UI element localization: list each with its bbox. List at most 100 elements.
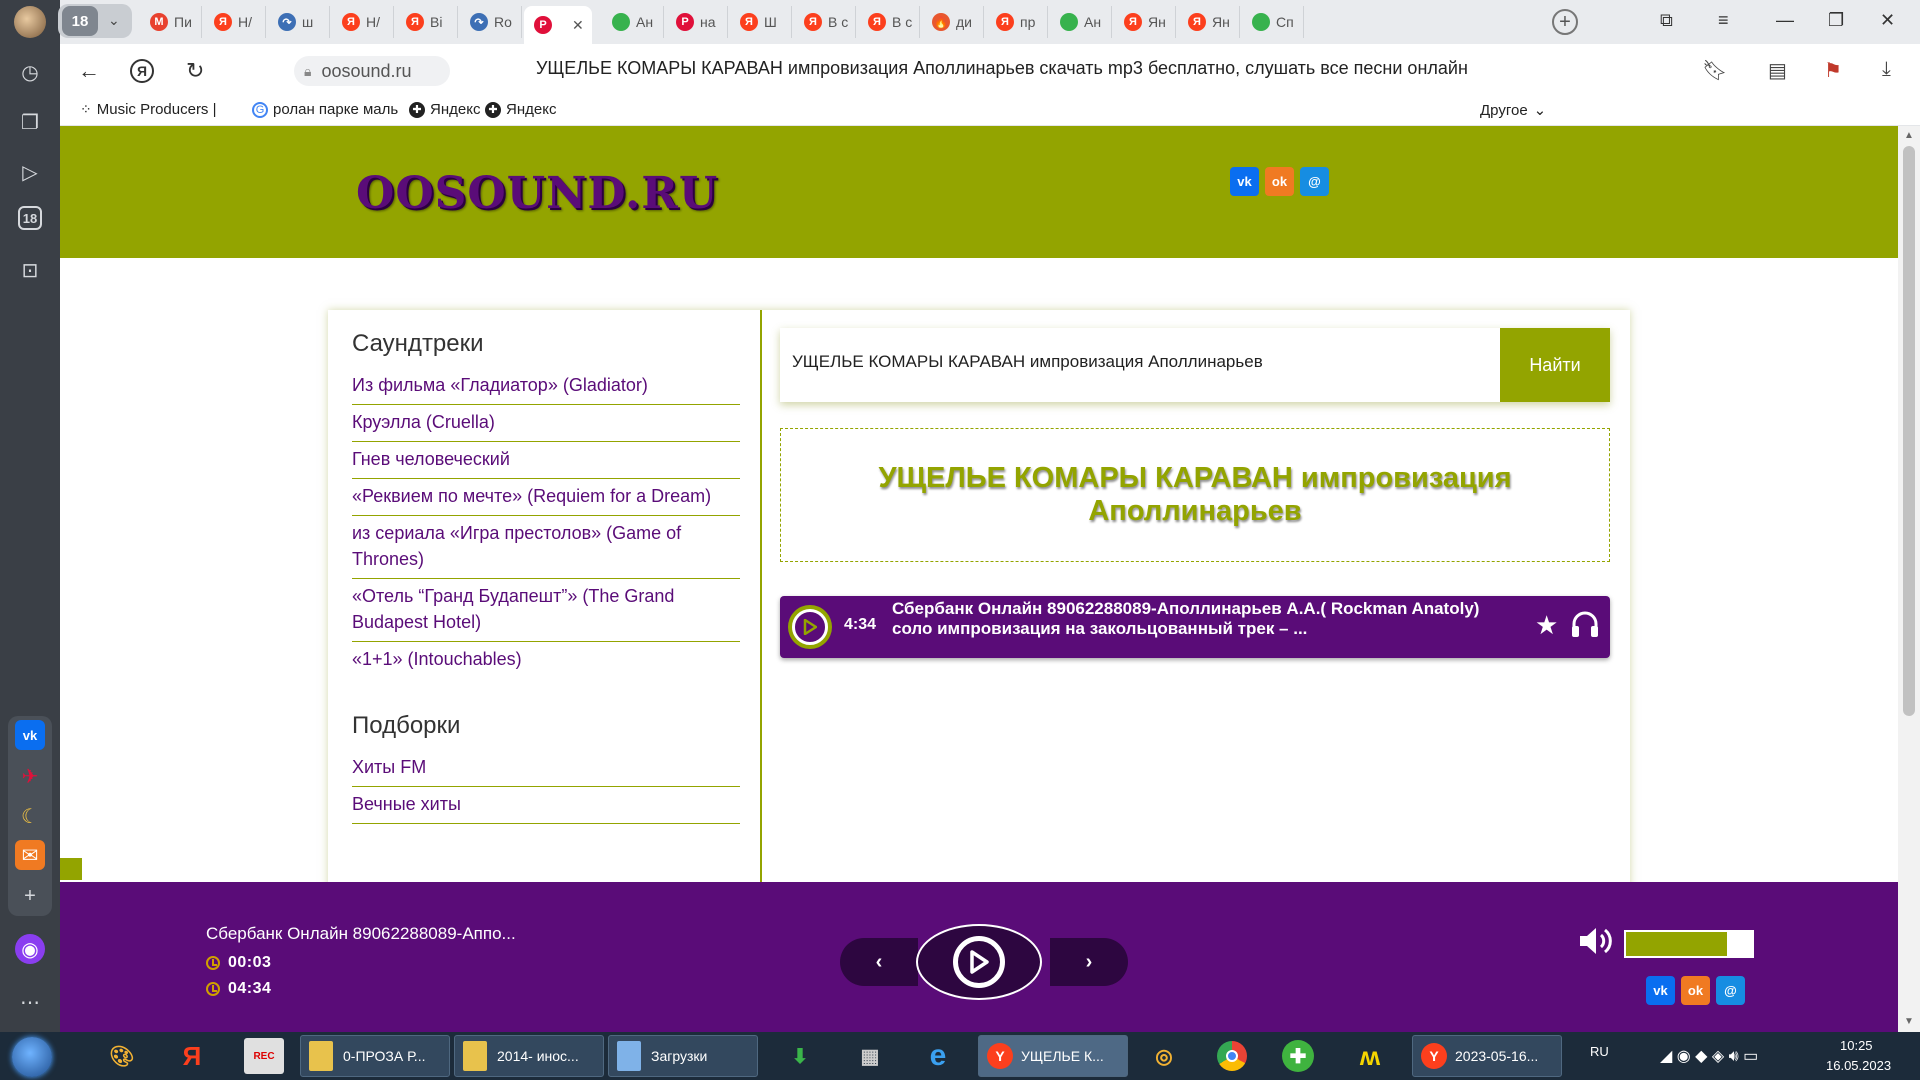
language-indicator[interactable]: RU xyxy=(1590,1044,1609,1059)
ok-share-icon[interactable]: ok xyxy=(1265,167,1294,196)
tab[interactable]: 🔥 ди xyxy=(922,6,984,38)
scroll-up-icon[interactable]: ▲ xyxy=(1904,130,1914,141)
ok-share-icon[interactable]: ok xyxy=(1681,976,1710,1005)
tab[interactable]: Я Ян xyxy=(1114,6,1176,38)
profile-avatar[interactable] xyxy=(14,6,46,38)
sidebar-link[interactable]: из сериала «Игра престолов» (Game of Thr… xyxy=(352,516,740,579)
tab[interactable]: ↷ ш xyxy=(268,6,330,38)
bookmark-item[interactable]: ✚ Яндекс xyxy=(485,101,556,118)
tab[interactable]: ЯВ с xyxy=(794,6,856,38)
track-row[interactable]: 4:34 Сбербанк Онлайн 89062288089-Аполлин… xyxy=(780,596,1610,658)
bookmark-item[interactable]: ⁘ Music Producers | xyxy=(80,101,217,118)
calculator-icon[interactable]: ▦ xyxy=(850,1038,890,1074)
track-title[interactable]: Сбербанк Онлайн 89062288089-Аполлинарьев… xyxy=(892,599,1502,655)
sidebar-link[interactable]: «Реквием по мечте» (Requiem for a Dream) xyxy=(352,479,740,516)
tab[interactable]: Я Н/ xyxy=(204,6,266,38)
mailru-share-icon[interactable]: @ xyxy=(1716,976,1745,1005)
recorder-icon[interactable]: REC xyxy=(244,1038,284,1074)
tab[interactable]: ЯВ с xyxy=(858,6,920,38)
other-bookmarks[interactable]: Другое ⌄ xyxy=(1480,101,1546,120)
media-icon[interactable]: ▷ xyxy=(14,156,46,188)
chrome-icon[interactable] xyxy=(1212,1038,1252,1074)
plus-app-icon[interactable]: ✚ xyxy=(1282,1040,1314,1072)
next-button[interactable]: › xyxy=(1050,938,1128,986)
add-app-icon[interactable]: + xyxy=(14,880,46,912)
history-icon[interactable]: ◷ xyxy=(14,56,46,88)
yandex-icon[interactable]: Я xyxy=(172,1038,212,1074)
bookmark-icon[interactable]: 🔖︎ xyxy=(1702,58,1727,83)
reload-icon[interactable]: ↻ xyxy=(186,58,204,84)
screenshot-icon[interactable]: ⊡ xyxy=(14,254,46,286)
page-scrollbar[interactable]: ▲ ▼ xyxy=(1898,126,1920,1032)
volume-icon[interactable] xyxy=(1578,924,1616,963)
back-icon[interactable]: ← xyxy=(78,58,100,84)
media-player-icon[interactable]: ◎ xyxy=(1144,1038,1184,1074)
vk-share-icon[interactable]: vk xyxy=(1230,167,1259,196)
tab[interactable]: M Пи xyxy=(140,6,202,38)
player-play-button[interactable] xyxy=(916,924,1042,1000)
minimize-icon[interactable]: — xyxy=(1776,10,1794,31)
previous-button[interactable]: ‹ xyxy=(840,938,918,986)
menu-icon[interactable]: ≡ xyxy=(1718,10,1729,31)
tab[interactable]: Я Ян xyxy=(1178,6,1240,38)
new-tab-button[interactable]: + xyxy=(1552,9,1578,35)
star-icon[interactable]: ★ xyxy=(1535,610,1558,641)
vk-share-icon[interactable]: vk xyxy=(1646,976,1675,1005)
tab[interactable]: Сп xyxy=(1242,6,1304,38)
tabs-count-icon[interactable]: 18 xyxy=(18,206,42,230)
sidebar-link[interactable]: Из фильма «Гладиатор» (Gladiator) xyxy=(352,368,740,405)
tab[interactable]: ↷ Ro xyxy=(460,6,522,38)
track-play-button[interactable] xyxy=(788,605,832,649)
tab[interactable]: Pна xyxy=(666,6,728,38)
taskbar-window[interactable]: Y 2023-05-16... xyxy=(1412,1035,1562,1077)
tab[interactable]: Ан xyxy=(1050,6,1112,38)
vk-app-icon[interactable]: vk xyxy=(15,720,45,750)
start-button[interactable] xyxy=(12,1037,52,1077)
tab[interactable]: ЯШ xyxy=(730,6,792,38)
site-logo[interactable]: OOSOUND.RU xyxy=(356,168,718,219)
mail-app-icon[interactable]: ✉ xyxy=(15,840,45,870)
sidebar-link[interactable]: Гнев человеческий xyxy=(352,442,740,479)
tabs-overview-icon[interactable]: ⧉ xyxy=(1660,10,1673,31)
volume-slider[interactable] xyxy=(1624,930,1754,958)
restore-icon[interactable]: ❐ xyxy=(1828,10,1844,31)
tab[interactable]: Я Ві xyxy=(396,6,458,38)
sidebar-link[interactable]: «Отель “Гранд Будапешт”» (The Grand Buda… xyxy=(352,579,740,642)
tab[interactable]: Я Н/ xyxy=(332,6,394,38)
chevron-down-icon[interactable]: ⌄ xyxy=(108,12,120,29)
headphones-icon[interactable] xyxy=(1570,610,1600,643)
sidebar-link[interactable]: Хиты FM xyxy=(352,750,740,787)
extension-icon[interactable]: ⚑ xyxy=(1824,58,1842,83)
megafon-icon[interactable]: ʍ xyxy=(1350,1038,1390,1074)
sidebar-link[interactable]: «1+1» (Intouchables) xyxy=(352,642,740,678)
bookmark-item[interactable]: ✚ Яндекс xyxy=(409,101,480,118)
taskbar-window[interactable]: Загрузки xyxy=(608,1035,758,1077)
yandex-icon[interactable]: Я xyxy=(130,59,154,83)
taskbar-window[interactable]: 2014- инос... xyxy=(454,1035,604,1077)
tab-count-badge[interactable]: 18 xyxy=(62,6,98,36)
tab[interactable]: Япр xyxy=(986,6,1048,38)
internet-explorer-icon[interactable]: e xyxy=(918,1038,958,1074)
search-button[interactable]: Найти xyxy=(1500,328,1610,402)
alice-icon[interactable]: ◉ xyxy=(15,934,45,964)
more-icon[interactable]: ⋯ xyxy=(14,986,46,1018)
scroll-thumb[interactable] xyxy=(1903,146,1915,716)
download-icon[interactable]: ⤓ xyxy=(1882,58,1891,81)
url-field[interactable]: 🔒︎ oosound.ru xyxy=(294,56,450,86)
bookmark-item[interactable]: Gролан парке маль xyxy=(252,101,398,118)
sidebar-link[interactable]: Вечные хиты xyxy=(352,787,740,824)
sidebar-link[interactable]: Круэлла (Cruella) xyxy=(352,405,740,442)
search-input[interactable]: УЩЕЛЬЕ КОМАРЫ КАРАВАН импровизация Аполл… xyxy=(792,352,1263,372)
moon-icon[interactable]: ☾ xyxy=(14,800,46,832)
close-window-icon[interactable]: ✕ xyxy=(1880,10,1895,31)
taskbar-window-active[interactable]: Y УЩЕЛЬЕ К... xyxy=(978,1035,1128,1077)
clock-date[interactable]: 16.05.2023 xyxy=(1826,1058,1891,1073)
collections-icon[interactable]: ❐ xyxy=(14,106,46,138)
tab[interactable]: Ан xyxy=(602,6,664,38)
tab[interactable]: P ✕ xyxy=(524,6,592,44)
reader-icon[interactable]: ▤ xyxy=(1768,58,1787,83)
paint-icon[interactable]: 🎨︎ xyxy=(102,1038,142,1074)
mailru-share-icon[interactable]: @ xyxy=(1300,167,1329,196)
taskbar-window[interactable]: 0-ПРОЗА Р... xyxy=(300,1035,450,1077)
tray-icons[interactable]: ◢ ◉ ◆ ◈ 🔊︎ ▭ xyxy=(1660,1046,1758,1066)
